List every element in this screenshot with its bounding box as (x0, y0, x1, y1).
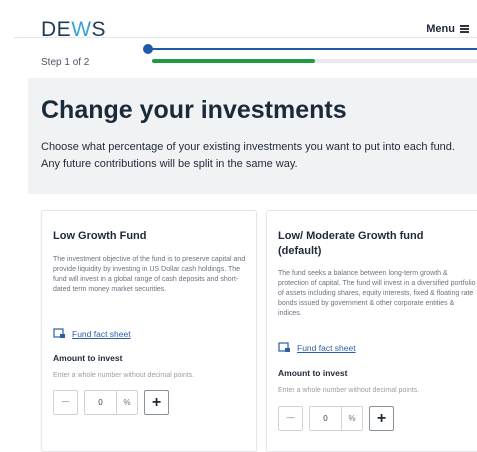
menu-label: Menu (426, 23, 455, 35)
percent-unit: % (341, 407, 362, 430)
amount-input[interactable]: 0 % (309, 406, 363, 431)
amount-input[interactable]: 0 % (84, 390, 138, 415)
amount-label: Amount to invest (278, 368, 348, 378)
document-icon (278, 342, 290, 352)
amount-hint: Enter a whole number without decimal poi… (53, 372, 195, 379)
hamburger-icon (460, 25, 469, 33)
amount-stepper: − 0 % + (278, 406, 394, 431)
amount-value: 0 (323, 414, 328, 423)
progress-bar (152, 59, 477, 63)
fund-fact-sheet-label: Fund fact sheet (297, 342, 356, 353)
amount-label: Amount to invest (53, 353, 123, 363)
progress-fill (152, 59, 315, 63)
page-title: Change your investments (41, 96, 347, 124)
page-subtitle: Choose what percentage of your existing … (41, 141, 455, 170)
document-icon (53, 328, 65, 338)
step-indicator: Step 1 of 2 (41, 57, 90, 68)
amount-value: 0 (98, 398, 103, 407)
slider-handle[interactable] (143, 44, 153, 54)
menu-button[interactable]: Menu (426, 23, 469, 35)
header-divider (14, 37, 477, 38)
fund-title: Low Growth Fund (53, 230, 147, 242)
increase-button[interactable]: + (144, 390, 169, 415)
fund-fact-sheet-link[interactable]: Fund fact sheet (53, 328, 131, 339)
hero-banner: Change your investments Choose what perc… (28, 78, 477, 194)
increase-button[interactable]: + (369, 406, 394, 431)
fund-card-low-moderate-growth: Low/ Moderate Growth fund (default) The … (266, 210, 477, 452)
logo[interactable]: DEWS (41, 18, 106, 42)
decrease-button[interactable]: − (53, 390, 78, 415)
amount-hint: Enter a whole number without decimal poi… (278, 387, 420, 394)
fund-description: The investment objective of the fund is … (53, 256, 246, 293)
fund-card-low-growth: Low Growth Fund The investment objective… (41, 210, 257, 452)
decrease-button[interactable]: − (278, 406, 303, 431)
fund-title: Low/ Moderate Growth fund (default) (278, 230, 424, 257)
fund-fact-sheet-label: Fund fact sheet (72, 328, 131, 339)
percent-unit: % (116, 391, 137, 414)
amount-stepper: − 0 % + (53, 390, 169, 415)
header: DEWS Menu Step 1 of 2 (0, 0, 477, 76)
fund-description: The fund seeks a balance between long-te… (278, 270, 476, 317)
slider-track[interactable] (148, 48, 477, 50)
fund-fact-sheet-link[interactable]: Fund fact sheet (278, 342, 356, 353)
